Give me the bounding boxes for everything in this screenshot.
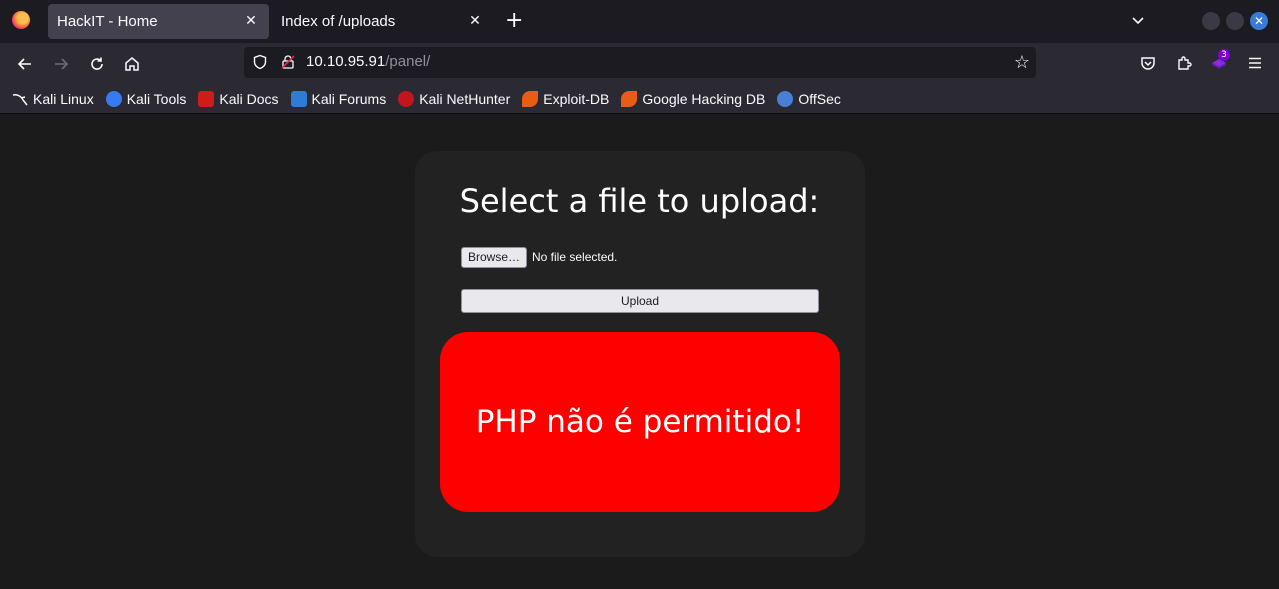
tracking-protection-shield-icon[interactable] bbox=[252, 54, 268, 70]
tab-title: HackIT - Home bbox=[57, 13, 158, 30]
address-bar[interactable]: 10.10.95.91/panel/ ☆ bbox=[244, 47, 1036, 78]
back-arrow-icon[interactable] bbox=[13, 52, 37, 76]
bookmark-star-icon[interactable]: ☆ bbox=[1014, 52, 1030, 73]
bookmark-kali-linux[interactable]: Kali Linux bbox=[12, 91, 94, 107]
tab-title: Index of /uploads bbox=[281, 13, 396, 30]
new-tab-icon[interactable]: + bbox=[505, 10, 523, 32]
url-host: 10.10.95.91 bbox=[306, 53, 386, 70]
kali-dragon-icon bbox=[12, 91, 28, 107]
tab-bar: HackIT - Home ✕ Index of /uploads ✕ + ✕ bbox=[0, 0, 1279, 43]
bookmark-kali-tools[interactable]: Kali Tools bbox=[105, 91, 187, 107]
offsec-icon bbox=[777, 91, 794, 107]
bookmark-label: Kali NetHunter bbox=[419, 91, 511, 107]
url-path: /panel/ bbox=[385, 53, 431, 70]
bookmark-label: Exploit-DB bbox=[543, 91, 610, 107]
pocket-icon[interactable] bbox=[1138, 53, 1158, 73]
firefox-logo-icon[interactable] bbox=[12, 11, 30, 29]
bookmark-label: Kali Forums bbox=[311, 91, 387, 107]
bookmark-kali-nethunter[interactable]: Kali NetHunter bbox=[398, 91, 510, 107]
browse-file-button[interactable]: Browse… bbox=[461, 247, 527, 268]
forward-arrow-icon[interactable] bbox=[49, 52, 73, 76]
bookmark-label: OffSec bbox=[798, 91, 841, 107]
bookmark-google-hacking-db[interactable]: Google Hacking DB bbox=[621, 91, 765, 107]
extension-count-badge: 3 bbox=[1218, 49, 1230, 61]
bookmark-kali-forums[interactable]: Kali Forums bbox=[290, 91, 387, 107]
exploitdb-icon bbox=[522, 91, 539, 107]
error-alert: PHP não é permitido! bbox=[440, 332, 840, 512]
alert-message: PHP não é permitido! bbox=[475, 404, 805, 440]
close-window-button[interactable]: ✕ bbox=[1250, 12, 1268, 30]
reload-icon[interactable] bbox=[85, 52, 109, 76]
kali-forums-icon bbox=[290, 91, 307, 107]
navigation-toolbar: 10.10.95.91/panel/ ☆ bbox=[0, 43, 1279, 85]
upload-button[interactable]: Upload bbox=[461, 289, 819, 313]
maximize-window-button[interactable] bbox=[1226, 12, 1244, 30]
bookmark-exploit-db[interactable]: Exploit-DB bbox=[522, 91, 609, 107]
page-title: Select a file to upload: bbox=[459, 182, 820, 220]
insecure-lock-icon[interactable] bbox=[280, 54, 296, 70]
bookmark-kali-docs[interactable]: Kali Docs bbox=[198, 91, 279, 107]
close-tab-icon[interactable]: ✕ bbox=[243, 13, 259, 29]
extensions-puzzle-icon[interactable] bbox=[1174, 53, 1194, 73]
close-tab-icon[interactable]: ✕ bbox=[467, 13, 483, 29]
ghdb-icon bbox=[621, 91, 638, 107]
page-content: Select a file to upload: Browse… No file… bbox=[0, 115, 1279, 589]
bookmark-label: Kali Tools bbox=[126, 91, 187, 107]
bookmark-offsec[interactable]: OffSec bbox=[777, 91, 841, 107]
kali-tools-icon bbox=[105, 91, 122, 107]
tab-index-uploads[interactable]: Index of /uploads ✕ bbox=[272, 4, 493, 39]
bookmarks-toolbar: Kali Linux Kali Tools Kali Docs Kali For… bbox=[0, 85, 1279, 114]
nethunter-icon bbox=[398, 91, 415, 107]
file-selection-status: No file selected. bbox=[532, 250, 618, 264]
home-icon[interactable] bbox=[120, 52, 144, 76]
menu-hamburger-icon[interactable] bbox=[1245, 53, 1265, 73]
bookmark-label: Kali Linux bbox=[33, 91, 94, 107]
minimize-window-button[interactable] bbox=[1202, 12, 1220, 30]
bookmark-label: Google Hacking DB bbox=[642, 91, 766, 107]
bookmark-label: Kali Docs bbox=[219, 91, 279, 107]
url-text[interactable]: 10.10.95.91/panel/ bbox=[306, 53, 430, 70]
tab-hackit-home[interactable]: HackIT - Home ✕ bbox=[48, 4, 269, 39]
kali-docs-icon bbox=[198, 91, 215, 107]
chevron-down-icon[interactable] bbox=[1130, 12, 1146, 28]
